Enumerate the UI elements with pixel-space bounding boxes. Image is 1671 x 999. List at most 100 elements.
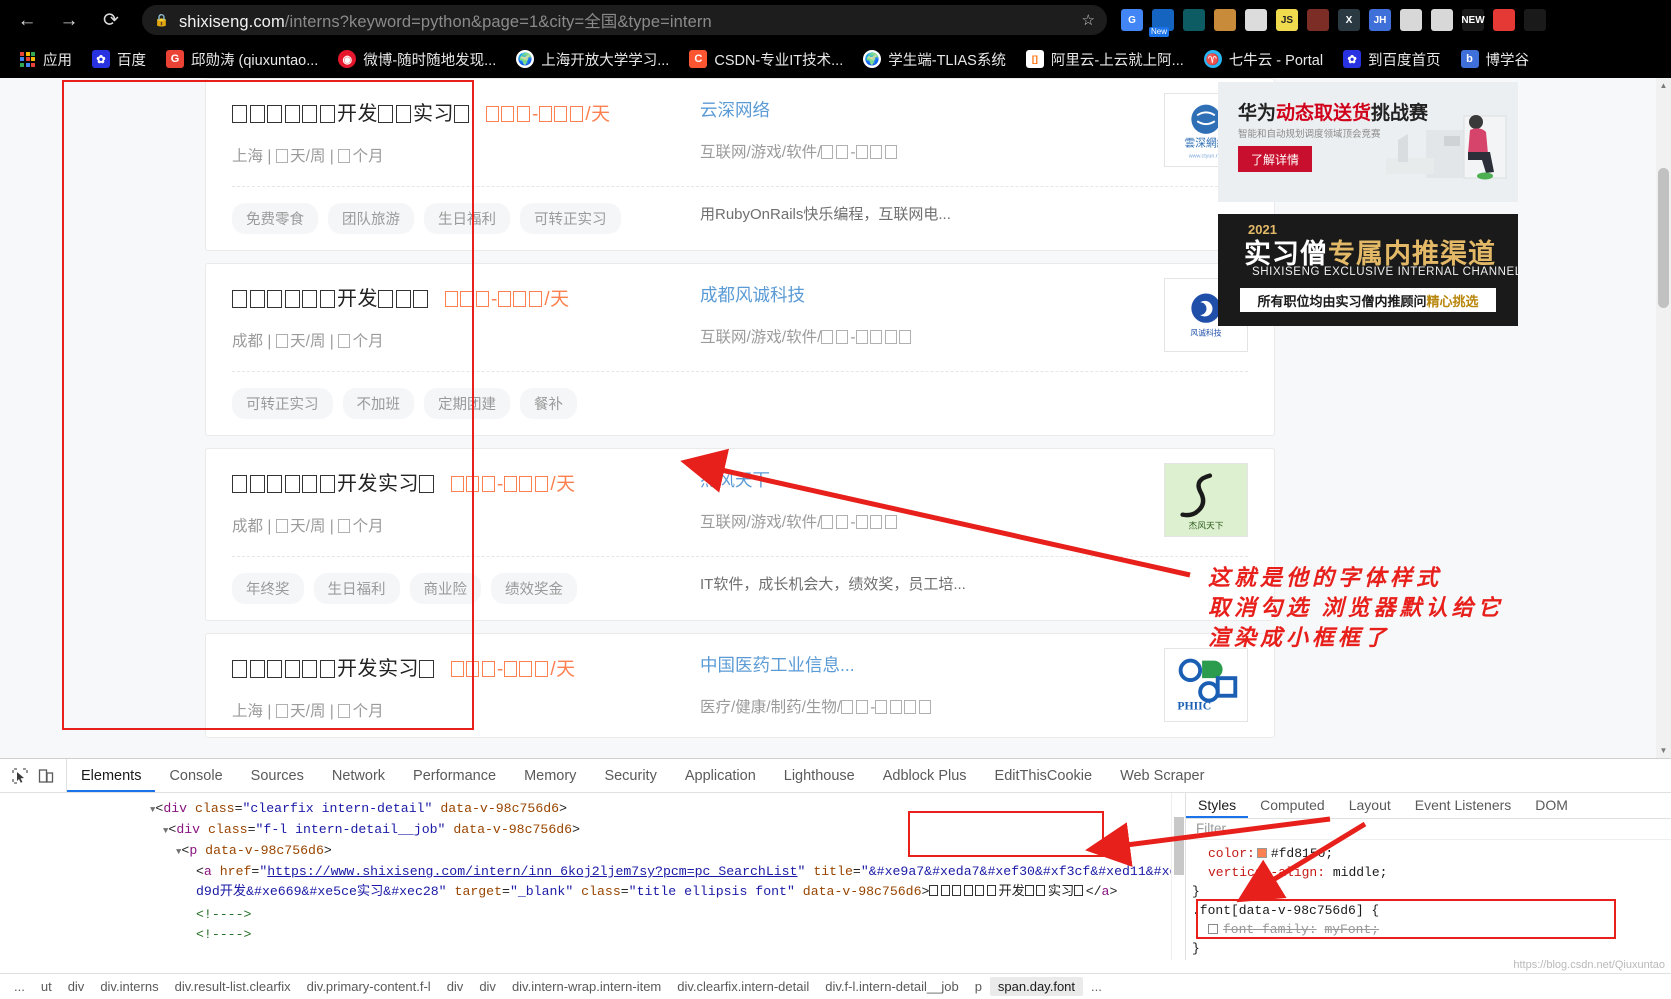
dom-line-5[interactable]: <!----> <box>0 905 1185 925</box>
job-tag[interactable]: 免费零食 <box>232 203 318 234</box>
dom-line-4[interactable]: <a href="https://www.shixiseng.com/inter… <box>0 862 1185 882</box>
job-tag[interactable]: 商业险 <box>409 573 481 604</box>
breadcrumb-item[interactable]: ... <box>6 979 33 994</box>
devtools-tab-memory[interactable]: Memory <box>510 759 590 792</box>
ad-cta-button[interactable]: 了解详情 <box>1238 146 1312 172</box>
devtools-tab-performance[interactable]: Performance <box>399 759 510 792</box>
dom-line-2[interactable]: ▼<div class="f-l intern-detail__job" dat… <box>0 820 1185 841</box>
cookie-extension[interactable] <box>1214 9 1236 31</box>
bookmark-baidu[interactable]: ✿ 百度 <box>82 44 156 74</box>
dom-scrollbar-thumb[interactable] <box>1174 817 1184 875</box>
forward-icon[interactable]: → <box>52 3 86 37</box>
breadcrumb-item[interactable]: ut <box>33 979 60 994</box>
scrollbar-thumb[interactable] <box>1658 168 1669 308</box>
xpath-extension[interactable]: X <box>1338 9 1360 31</box>
style-declaration-font-family[interactable]: font-family: myFont; <box>1186 920 1671 939</box>
style-selector-font[interactable]: .font[data-v-98c756d6] { <box>1186 901 1671 920</box>
breadcrumb-item[interactable]: span.day.font <box>989 977 1084 996</box>
adblock-plus-extension[interactable] <box>1307 9 1329 31</box>
devtools-tab-network[interactable]: Network <box>318 759 399 792</box>
bookmark-qiniu-portal[interactable]: ♈ 七牛云 - Portal <box>1194 44 1333 74</box>
shixiseng-internal-channel-ad[interactable]: 2021 实习僧专属内推渠道 SHIXISENG EXCLUSIVE INTER… <box>1218 214 1518 326</box>
devtools-tab-web-scraper[interactable]: Web Scraper <box>1106 759 1218 792</box>
job-card[interactable]: 开发实习 -/天 成都 | 天/周 | 个月 杰风天下 互联网/游戏/软件/- 杰风天下年… <box>205 448 1275 621</box>
jianhao-extension[interactable]: JH <box>1369 9 1391 31</box>
address-bar[interactable]: 🔒 shixiseng.com/interns?keyword=python&p… <box>142 5 1107 35</box>
job-card[interactable]: 开发实习 - /天 上海 | 天/周 | 个月 中国医药工业信息... 医疗/健康/制药/… <box>205 633 1275 738</box>
office-extension[interactable] <box>1431 9 1453 31</box>
breadcrumb-item[interactable]: div.result-list.clearfix <box>167 979 299 994</box>
styles-tab-computed[interactable]: Computed <box>1248 793 1337 818</box>
dom-tree-pane[interactable]: ▼<div class="clearfix intern-detail" dat… <box>0 793 1185 960</box>
breadcrumb-item[interactable]: div <box>60 979 93 994</box>
dom-line-6[interactable]: <!----> <box>0 925 1185 945</box>
device-toolbar-icon[interactable] <box>38 768 54 784</box>
style-declaration-color[interactable]: color: #fd8150; <box>1186 844 1671 863</box>
google-translate-extension[interactable]: G <box>1121 9 1143 31</box>
job-title-link[interactable]: 开发实习 <box>232 652 437 681</box>
company-name-link[interactable]: 中国医药工业信息... <box>700 655 855 675</box>
job-tag[interactable]: 生日福利 <box>424 203 510 234</box>
devtools-tab-elements[interactable]: Elements <box>67 759 155 792</box>
company-name-link[interactable]: 云深网络 <box>700 100 770 120</box>
bookmark-baidu-home[interactable]: ✿ 到百度首页 <box>1333 44 1451 74</box>
reload-icon[interactable]: ⟳ <box>94 3 128 37</box>
dom-line-4b[interactable]: d9d开发&#xe669&#xe5ce实习&#xec28" target="_b… <box>0 882 1185 905</box>
styles-tab-event-listeners[interactable]: Event Listeners <box>1403 793 1524 818</box>
job-title-link[interactable]: 开发实习 <box>232 467 437 496</box>
breadcrumb-item[interactable]: div.f-l.intern-detail__job <box>817 979 966 994</box>
styles-tab-styles[interactable]: Styles <box>1186 793 1248 818</box>
devtools-tab-console[interactable]: Console <box>155 759 236 792</box>
dom-line-3[interactable]: ▼<p data-v-98c756d6> <box>0 841 1185 862</box>
bookmark-boxuegu[interactable]: b 博学谷 <box>1451 44 1540 74</box>
color-swatch[interactable] <box>1256 848 1267 858</box>
job-tag[interactable]: 餐补 <box>520 388 577 419</box>
bookmark-tlias-student[interactable]: 🌍 学生端-TLIAS系统 <box>853 44 1016 74</box>
huawei-challenge-ad[interactable]: 华为动态取送货挑战赛 智能和自动规划调度领域顶会竞赛 了解详情 <box>1218 82 1518 202</box>
astar-extension[interactable] <box>1524 9 1546 31</box>
job-tag[interactable]: 可转正实习 <box>232 388 333 419</box>
breadcrumb-item[interactable]: div.interns <box>92 979 166 994</box>
bookmark-star-icon[interactable]: ☆ <box>1068 11 1095 29</box>
back-icon[interactable]: ← <box>10 3 44 37</box>
breadcrumb-item[interactable]: ... <box>1083 979 1110 994</box>
job-tag[interactable]: 年终奖 <box>232 573 304 604</box>
devtools-tab-sources[interactable]: Sources <box>237 759 318 792</box>
dom-pane-scrollbar[interactable] <box>1171 793 1185 960</box>
job-card[interactable]: 开发 - /天 成都 | 天/周 | 个月 成都风诚科技 互联网/游戏/软件/ - 风诚科技可… <box>205 263 1275 436</box>
devtools-tab-security[interactable]: Security <box>590 759 670 792</box>
job-title-link[interactable]: 开发 <box>232 282 431 311</box>
job-tag[interactable]: 绩效奖金 <box>491 573 577 604</box>
javascript-extension[interactable]: JS <box>1276 9 1298 31</box>
web-scraper-extension[interactable] <box>1183 9 1205 31</box>
new-extension[interactable]: NEW <box>1461 9 1485 31</box>
bookmark-aliyun[interactable]: [] 阿里云-上云就上阿... <box>1016 44 1194 74</box>
breadcrumb-item[interactable]: div.intern-wrap.intern-item <box>504 979 669 994</box>
breadcrumb-item[interactable]: div.clearfix.intern-detail <box>669 979 817 994</box>
devtools-tab-adblock-plus[interactable]: Adblock Plus <box>869 759 981 792</box>
bookmark-shanghai-open-university[interactable]: 🌍 上海开放大学学习... <box>506 44 679 74</box>
breadcrumb-item[interactable]: div <box>471 979 504 994</box>
declaration-checkbox[interactable] <box>1208 924 1218 934</box>
evernote-extension[interactable]: New <box>1149 9 1174 37</box>
devtools-tab-lighthouse[interactable]: Lighthouse <box>770 759 869 792</box>
editthiscookie-extension[interactable] <box>1493 9 1515 31</box>
breadcrumb-item[interactable]: div.primary-content.f-l <box>299 979 439 994</box>
tampermonkey-extension[interactable] <box>1245 9 1267 31</box>
company-name-link[interactable]: 杰风天下 <box>700 470 770 490</box>
styles-tab-dom[interactable]: DOM <box>1523 793 1580 818</box>
job-tag[interactable]: 可转正实习 <box>520 203 621 234</box>
job-tag[interactable]: 定期团建 <box>424 388 510 419</box>
cursor-extension[interactable] <box>1400 9 1422 31</box>
bookmark-csdn[interactable]: C CSDN-专业IT技术... <box>679 44 853 74</box>
job-title-link[interactable]: 开发实习 <box>232 97 472 126</box>
job-tag[interactable]: 团队旅游 <box>328 203 414 234</box>
page-scrollbar[interactable]: ▲ ▼ <box>1656 78 1671 758</box>
company-name-link[interactable]: 成都风诚科技 <box>700 285 805 305</box>
job-tag[interactable]: 生日福利 <box>313 573 400 604</box>
devtools-tab-application[interactable]: Application <box>671 759 770 792</box>
scroll-down-arrow[interactable]: ▼ <box>1656 743 1671 758</box>
styles-tab-layout[interactable]: Layout <box>1337 793 1403 818</box>
breadcrumb-item[interactable]: div <box>439 979 472 994</box>
bookmark-apps[interactable]: 应用 <box>10 44 82 74</box>
